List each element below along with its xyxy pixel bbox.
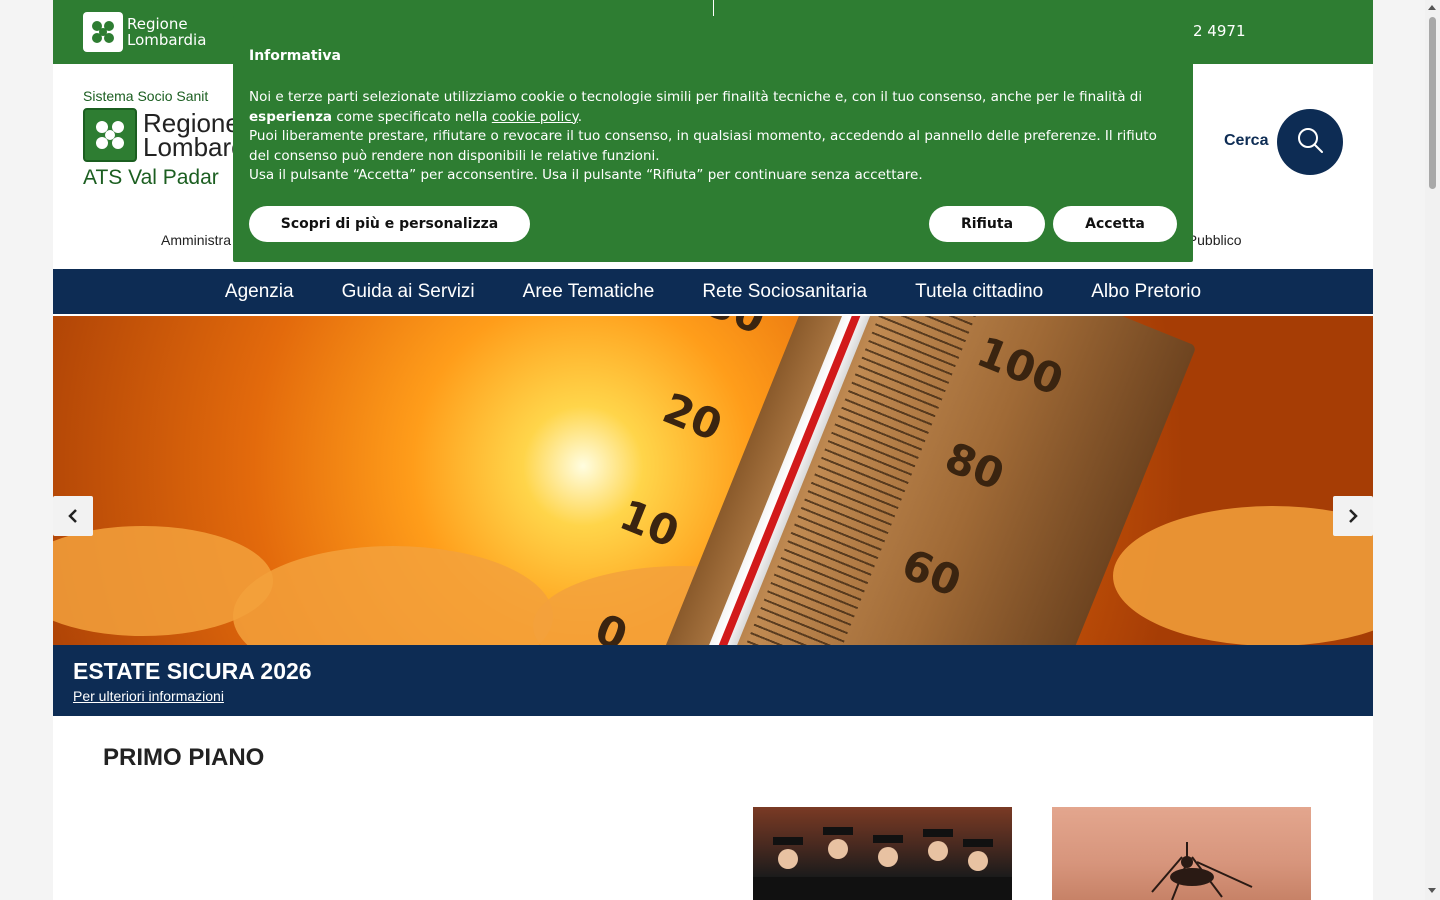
cookie-reject-button[interactable]: Rifiuta — [929, 206, 1045, 242]
brand-regione: Regione Lombarc — [143, 110, 245, 162]
hero-slide-image: 30 20 10 0 100 80 60 40 — [53, 316, 1373, 646]
thermo-number: 10 — [613, 489, 686, 558]
thermo-number: 20 — [656, 383, 729, 451]
cookie-text: come specificato nella — [332, 108, 492, 125]
lombardy-rose-icon — [83, 12, 123, 52]
hero-more-link[interactable]: Per ulteriori informazioni — [73, 688, 224, 704]
scroll-up-arrow-icon[interactable] — [1428, 5, 1436, 10]
news-card-graduates-image[interactable] — [753, 807, 1012, 900]
nav-item-tutela-cittadino[interactable]: Tutela cittadino — [915, 281, 1043, 303]
cookie-paragraph-1: Noi e terze parti selezionate utilizziam… — [249, 88, 1179, 127]
search-icon — [1296, 126, 1324, 158]
thermometer-image: 30 20 10 0 100 80 60 40 — [589, 316, 1197, 646]
nav-item-agenzia[interactable]: Agenzia — [225, 281, 294, 303]
main-nav: Agenzia Guida ai Servizi Aree Tematiche … — [53, 269, 1373, 314]
nav-item-albo-pretorio[interactable]: Albo Pretorio — [1091, 281, 1201, 303]
cookie-policy-link[interactable]: cookie policy — [492, 109, 578, 125]
cookie-paragraph-2: Puoi liberamente prestare, rifiutare o r… — [249, 128, 1157, 164]
nav-item-rete-sociosanitaria[interactable]: Rete Sociosanitaria — [702, 281, 867, 303]
brand-line2: Lombarc — [143, 132, 245, 162]
cookie-text: Noi e terze parti selezionate utilizziam… — [249, 89, 1143, 105]
nav-item-aree-tematiche[interactable]: Aree Tematiche — [523, 281, 655, 303]
cookie-body: Noi e terze parti selezionate utilizziam… — [249, 88, 1179, 186]
cookie-customize-button[interactable]: Scopri di più e personalizza — [249, 206, 530, 242]
cookie-title: Informativa — [249, 48, 341, 64]
phone-number[interactable]: 2 4971 — [1193, 22, 1246, 40]
logo-line2: Lombardia — [127, 31, 207, 49]
scroll-down-arrow-icon[interactable] — [1428, 888, 1436, 893]
cookie-consent-dialog: Informativa Noi e terze parti selezionat… — [233, 16, 1193, 262]
ats-brand-logo[interactable]: Sistema Socio Sanit Regione Lombarc ATS … — [83, 88, 244, 190]
slider-next-button[interactable] — [1333, 496, 1373, 536]
search-button[interactable] — [1277, 109, 1343, 175]
news-card-mosquito-image[interactable] — [1052, 807, 1311, 900]
nav-item-guida-servizi[interactable]: Guida ai Servizi — [342, 281, 475, 303]
page-scrollbar[interactable] — [1425, 0, 1440, 900]
logo-text: Regione Lombardia — [127, 16, 206, 48]
chevron-left-icon — [66, 504, 80, 528]
thermo-number: 30 — [699, 316, 772, 344]
cookie-paragraph-3: Usa il pulsante “Accetta” per acconsenti… — [249, 167, 923, 183]
slider-prev-button[interactable] — [53, 496, 93, 536]
search-label[interactable]: Cerca — [1224, 132, 1268, 150]
logo-line1: Regione — [127, 15, 188, 33]
thermo-number: 60 — [895, 539, 968, 607]
chevron-right-icon — [1346, 504, 1360, 528]
cookie-text: . — [577, 108, 583, 125]
section-title: PRIMO PIANO — [103, 744, 265, 771]
brand-sistema: Sistema Socio Sanit — [83, 88, 209, 104]
scrollbar-thumb[interactable] — [1429, 17, 1436, 189]
regione-lombardia-logo[interactable]: Regione Lombardia — [83, 12, 206, 52]
cookie-accept-button[interactable]: Accetta — [1053, 206, 1177, 242]
utility-link-amministrazione[interactable]: Amministra — [161, 232, 231, 248]
hero-caption: ESTATE SICURA 2026 Per ulteriori informa… — [53, 645, 1373, 716]
thermo-number: 100 — [970, 326, 1070, 406]
lombardy-rose-icon — [83, 108, 137, 162]
cloud — [233, 546, 553, 646]
hero-title: ESTATE SICURA 2026 — [73, 658, 312, 684]
thermo-number: 80 — [938, 432, 1011, 500]
brand-ats: ATS Val Padar — [83, 166, 219, 189]
topbar-divider — [713, 0, 714, 16]
cookie-text-bold: esperienza — [249, 108, 333, 125]
